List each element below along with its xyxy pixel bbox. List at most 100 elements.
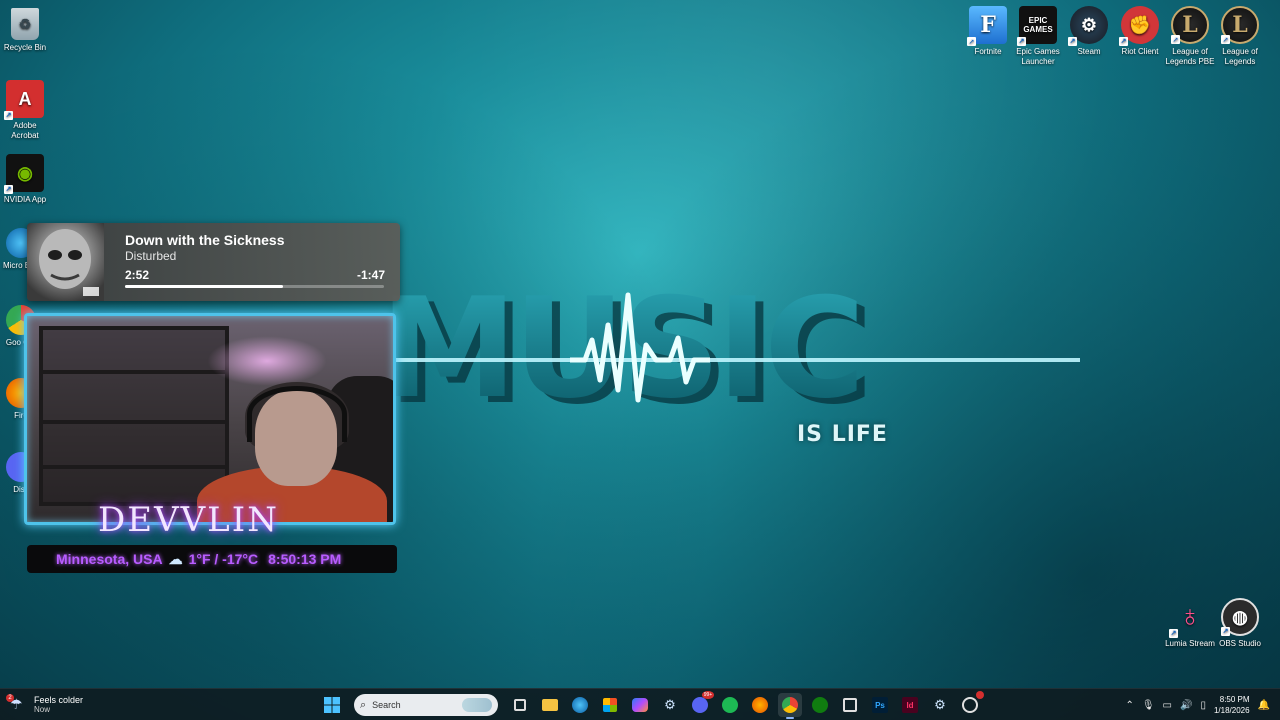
desktop-icon-label: Riot Client bbox=[1121, 47, 1159, 56]
microphone-icon[interactable]: 🎙 bbox=[1142, 700, 1155, 711]
league-icon: L ↗ bbox=[1221, 6, 1259, 44]
streamer-name: DEVVLIN bbox=[98, 500, 279, 540]
league-pbe-icon: L ↗ bbox=[1171, 6, 1209, 44]
desktop-icon-label: Lumia Stream bbox=[1165, 639, 1215, 648]
desktop-icon-epic-games[interactable]: EPIC GAMES ↗ Epic Games Launcher bbox=[1013, 6, 1063, 67]
track-title: Down with the Sickness bbox=[125, 232, 285, 248]
firefox-button[interactable] bbox=[748, 693, 772, 717]
copilot-button[interactable] bbox=[628, 693, 652, 717]
desktop-icon-riot-client[interactable]: ✊ ↗ Riot Client bbox=[1115, 6, 1165, 57]
desktop-icon-label: Adobe Acrobat bbox=[11, 121, 39, 140]
photoshop-icon: Ps bbox=[872, 697, 888, 713]
elapsed-time: 2:52 bbox=[125, 268, 150, 282]
music-wallpaper-logo: MUSIC MUSIC bbox=[380, 270, 1080, 435]
fortnite-icon: F ↗ bbox=[967, 6, 1007, 46]
desktop-icon-label: OBS Studio bbox=[1219, 639, 1261, 648]
desktop-icon-fortnite[interactable]: F ↗ Fortnite bbox=[963, 6, 1013, 57]
weather-alert-badge: 2 bbox=[6, 693, 14, 702]
desktop-icon-league-pbe[interactable]: L ↗ League of Legends PBE bbox=[1165, 6, 1215, 67]
riot-client-icon: ✊ ↗ bbox=[1119, 6, 1159, 46]
discord-icon bbox=[692, 697, 708, 713]
desktop-icon-league[interactable]: L ↗ League of Legends bbox=[1215, 6, 1265, 67]
file-explorer-button[interactable] bbox=[538, 693, 562, 717]
progress-bar[interactable] bbox=[125, 285, 384, 288]
desktop-icon-steam[interactable]: ⚙ ↗ Steam bbox=[1064, 6, 1114, 57]
taskbar-apps: ⌕ Search ⚙ 99+ Ps Id ⚙ bbox=[320, 691, 984, 719]
network-icon[interactable]: ▭ bbox=[1163, 700, 1172, 711]
steam-button-2[interactable]: ⚙ bbox=[928, 693, 952, 717]
now-playing-widget[interactable]: Down with the Sickness Disturbed 2:52 -1… bbox=[27, 223, 400, 301]
notification-bell-icon[interactable]: 🔔 bbox=[1258, 700, 1270, 711]
xbox-button[interactable] bbox=[808, 693, 832, 717]
weather-location: Minnesota, USA bbox=[56, 551, 163, 567]
track-artist: Disturbed bbox=[125, 249, 177, 263]
indesign-button[interactable]: Id bbox=[898, 693, 922, 717]
desktop-icon-label: Epic Games Launcher bbox=[1016, 47, 1060, 66]
epic-glyph: EPIC GAMES bbox=[1023, 16, 1053, 34]
album-face-icon bbox=[39, 229, 99, 296]
headset bbox=[247, 386, 347, 442]
clock[interactable]: 8:50 PM 1/18/2026 bbox=[1214, 694, 1250, 716]
edge-button[interactable] bbox=[568, 693, 592, 717]
firefox-icon bbox=[752, 697, 768, 713]
steam-button[interactable]: ⚙ bbox=[658, 693, 682, 717]
desktop-icon-lumia-stream[interactable]: ♁ ↗ Lumia Stream bbox=[1165, 598, 1215, 649]
photoshop-button[interactable]: Ps bbox=[868, 693, 892, 717]
obs-studio-icon: ◍ ↗ bbox=[1221, 598, 1259, 636]
obs-button[interactable] bbox=[958, 691, 984, 717]
nvidia-icon: ◉ ↗ bbox=[4, 154, 44, 194]
desktop-icon-label: Steam bbox=[1077, 47, 1101, 56]
weather-wind-icon: ☂ 2 bbox=[6, 693, 28, 714]
taskbar-weather-widget[interactable]: ☂ 2 Feels colder Now bbox=[6, 693, 84, 714]
discord-badge: 99+ bbox=[702, 691, 714, 699]
clock-time: 8:50 PM bbox=[1219, 695, 1250, 704]
volume-icon[interactable]: 🔊 bbox=[1180, 700, 1192, 711]
task-view-button[interactable] bbox=[508, 693, 532, 717]
desktop-icon-label: Fortnite bbox=[974, 47, 1002, 56]
copilot-icon bbox=[632, 698, 648, 712]
desktop-icon-label: League of Legends bbox=[1222, 47, 1258, 66]
wallpaper-tagline: IS LIFE bbox=[797, 422, 888, 447]
desktop-icon-adobe-acrobat[interactable]: A ↗ Adobe Acrobat bbox=[0, 80, 50, 141]
weather-subtitle: Now bbox=[34, 705, 51, 714]
background-shelf bbox=[39, 326, 229, 506]
desktop-icon-nvidia[interactable]: ◉ ↗ NVIDIA App bbox=[0, 154, 50, 205]
steam-icon-2: ⚙ bbox=[934, 697, 946, 712]
desktop-icon-obs-studio[interactable]: ◍ ↗ OBS Studio bbox=[1215, 598, 1265, 649]
adobe-acrobat-icon: A ↗ bbox=[4, 80, 44, 120]
clock-date: 1/18/2026 bbox=[1213, 706, 1250, 715]
indesign-icon: Id bbox=[902, 697, 918, 713]
spotify-icon bbox=[722, 697, 738, 713]
chrome-button[interactable] bbox=[778, 693, 802, 719]
weather-title: Feels colder bbox=[34, 695, 84, 705]
battery-icon[interactable]: ▯ bbox=[1200, 700, 1206, 711]
weather-time: 8:50:13 PM bbox=[268, 551, 342, 567]
remaining-time: -1:47 bbox=[356, 268, 385, 282]
taskbar-search[interactable]: ⌕ Search bbox=[354, 694, 498, 716]
xbox-icon bbox=[812, 697, 828, 713]
edge-icon bbox=[572, 697, 588, 713]
microsoft-store-icon bbox=[603, 698, 617, 712]
start-button[interactable] bbox=[320, 693, 344, 717]
desktop-icon-label: NVIDIA App bbox=[3, 195, 47, 204]
chevron-up-icon[interactable]: ⌃ bbox=[1125, 700, 1133, 711]
snipping-tool-button[interactable] bbox=[838, 693, 862, 717]
obs-icon bbox=[962, 697, 978, 713]
search-highlight-image bbox=[462, 698, 492, 712]
spotify-button[interactable] bbox=[718, 693, 742, 717]
weather-temperature: 1°F / -17°C bbox=[188, 551, 259, 567]
snipping-tool-icon bbox=[843, 698, 857, 712]
search-placeholder: Search bbox=[372, 700, 401, 710]
album-art bbox=[27, 223, 104, 301]
progress-fill bbox=[125, 285, 283, 288]
store-button[interactable] bbox=[598, 693, 622, 717]
lumia-stream-icon: ♁ ↗ bbox=[1169, 600, 1202, 638]
file-explorer-icon bbox=[542, 699, 558, 711]
chrome-icon bbox=[782, 697, 798, 713]
desktop-icon-recycle-bin[interactable]: ♻ Recycle Bin bbox=[0, 8, 50, 53]
taskbar: ☂ 2 Feels colder Now ⌕ Search ⚙ 99+ Ps I… bbox=[0, 688, 1280, 720]
search-icon: ⌕ bbox=[360, 698, 367, 711]
discord-button[interactable]: 99+ bbox=[688, 691, 714, 717]
task-view-icon bbox=[514, 699, 526, 711]
steam-icon: ⚙ ↗ bbox=[1068, 6, 1108, 46]
